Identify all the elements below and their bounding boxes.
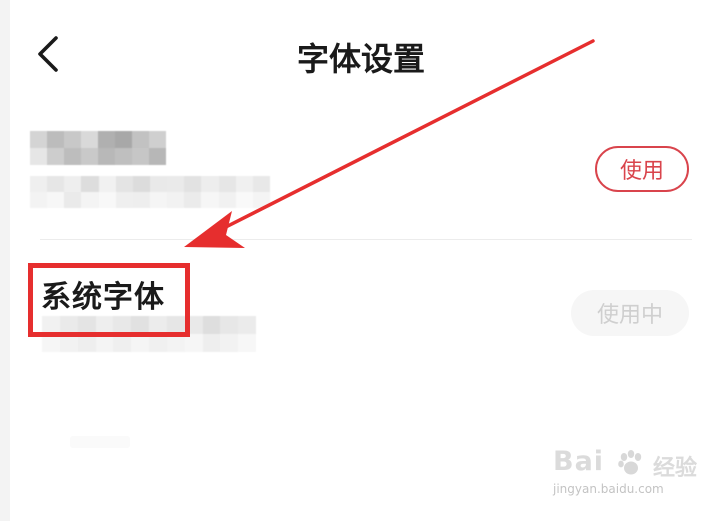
font-description-obscured bbox=[30, 176, 270, 208]
in-use-button: 使用中 bbox=[571, 290, 689, 336]
use-font-button[interactable]: 使用 bbox=[595, 146, 689, 192]
watermark-suffix: 经验 bbox=[653, 456, 698, 481]
page-title: 字体设置 bbox=[296, 40, 425, 78]
baidu-jingyan-watermark: Bai 经验 jingyan.baidu.com bbox=[553, 446, 703, 506]
watermark-url: jingyan.baidu.com bbox=[553, 482, 664, 496]
faint-background-text bbox=[70, 436, 130, 448]
annotation-arrowhead bbox=[184, 211, 245, 248]
annotation-highlight-box bbox=[28, 263, 190, 337]
watermark-brand: Bai bbox=[553, 446, 605, 477]
row-divider bbox=[40, 239, 692, 240]
paw-icon bbox=[618, 450, 642, 475]
font-name-obscured bbox=[30, 131, 166, 165]
